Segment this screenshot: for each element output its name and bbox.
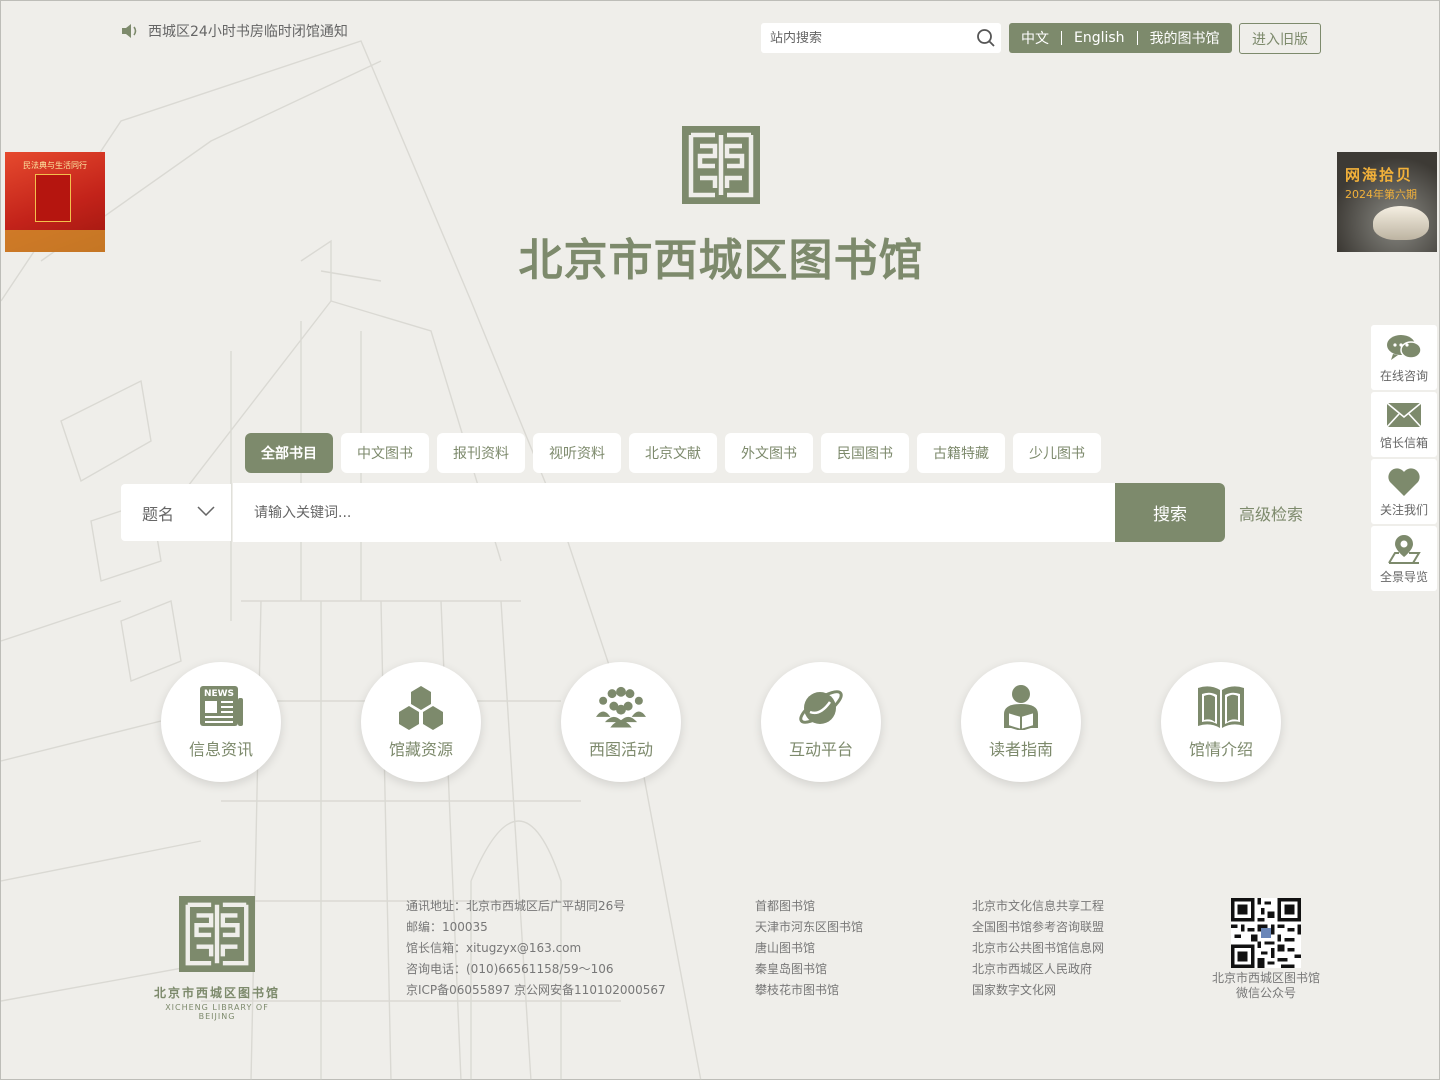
footer-link[interactable]: 首都图书馆 [755,896,863,917]
notice-text[interactable]: 西城区24小时书房临时闭馆通知 [148,21,348,41]
icp-text: 京ICP备06055897 京公网安备110102000567 [406,983,666,997]
tab-all-catalog[interactable]: 全部书目 [245,433,333,473]
mailbox-text: 馆长信箱：xitugzyx@163.com [406,941,582,955]
planet-icon [799,690,843,724]
chat-icon [1387,334,1422,360]
sidebar-label: 关注我们 [1379,502,1428,517]
footer-logo-cn: 北京市西城区图书馆 [153,986,280,1000]
chevron-down-icon [197,506,215,516]
nav-label: 读者指南 [988,740,1053,759]
sidebar-label: 馆长信箱 [1379,435,1428,450]
search-button[interactable]: 搜索 [1115,483,1225,542]
follow-us-button[interactable]: 关注我们 [1371,459,1437,524]
notice-bar[interactable]: 西城区24小时书房临时闭馆通知 [120,21,348,41]
tab-ancient-books[interactable]: 古籍特藏 [917,433,1005,473]
footer-link[interactable]: 国家数字文化网 [972,980,1104,1001]
footer-links-libraries: 首都图书馆 天津市河东区图书馆 唐山图书馆 秦皇岛图书馆 攀枝花市图书馆 [755,896,863,1001]
tab-children-books[interactable]: 少儿图书 [1013,433,1101,473]
wechat-qr: 北京市西城区图书馆 微信公众号 [1206,898,1326,1001]
shell-image [1373,206,1429,240]
nav-label: 信息资讯 [188,740,253,759]
address-text: 通讯地址：北京市西城区后广平胡同26号 [406,899,626,913]
nav-label: 馆藏资源 [388,740,453,759]
footer-contact: 通讯地址：北京市西城区后广平胡同26号 邮编：100035 馆长信箱：xitug… [406,896,666,1001]
tab-audiovisual[interactable]: 视听资料 [533,433,621,473]
nav-news[interactable]: NEWS 信息资讯 [161,662,281,782]
nav-label: 西图活动 [588,740,653,759]
library-logo-icon [179,896,255,972]
nav-label: 馆情介绍 [1188,740,1253,759]
tab-foreign-books[interactable]: 外文图书 [725,433,813,473]
search-field-select[interactable]: 题名 [121,484,231,541]
nav-collections[interactable]: 馆藏资源 [361,662,481,782]
qr-caption-label: 微信公众号 [1235,986,1296,1000]
language-bar: 中文 English 我的图书馆 [1009,23,1232,53]
footer-link[interactable]: 北京市文化信息共享工程 [972,896,1104,917]
footer-link[interactable]: 攀枝花市图书馆 [755,980,863,1001]
old-version-button[interactable]: 进入旧版 [1239,23,1321,54]
library-logo-icon [682,126,760,204]
mail-icon [1386,401,1422,428]
left-banner-ad[interactable]: 民法典与生活同行 [5,152,105,252]
nav-interactive-platform[interactable]: 互动平台 [761,662,881,782]
catalog-search-input[interactable] [254,504,1115,521]
cubes-icon [399,686,443,730]
search-field-value: 题名 [142,504,175,524]
ad-decoration [5,230,105,252]
footer-link[interactable]: 天津市河东区图书馆 [755,917,863,938]
ad-subtitle: 2024年第六期 [1345,188,1417,201]
footer-links-organizations: 北京市文化信息共享工程 全国图书馆参考咨询联盟 北京市公共图书馆信息网 北京市西… [972,896,1104,1001]
online-consult-button[interactable]: 在线咨询 [1371,325,1437,390]
footer-link[interactable]: 秦皇岛图书馆 [755,959,863,980]
lang-en-link[interactable]: English [1074,30,1125,46]
my-library-link[interactable]: 我的图书馆 [1150,28,1220,48]
sidebar-label: 在线咨询 [1379,368,1428,383]
location-icon [1388,534,1421,564]
tab-chinese-books[interactable]: 中文图书 [341,433,429,473]
nav-label: 互动平台 [788,740,853,759]
footer-link[interactable]: 北京市公共图书馆信息网 [972,938,1104,959]
search-icon[interactable] [971,23,1001,53]
divider [1136,31,1138,45]
site-search-input[interactable] [761,30,971,46]
nav-activities[interactable]: 西图活动 [561,662,681,782]
ad-caption: 民法典与生活同行 [23,161,87,170]
tab-republic-books[interactable]: 民国图书 [821,433,909,473]
advanced-search-link[interactable]: 高级检索 [1239,501,1303,525]
qr-caption-name: 北京市西城区图书馆 [1211,971,1320,985]
panorama-tour-button[interactable]: 全景导览 [1371,526,1437,591]
footer-link[interactable]: 全国图书馆参考咨询联盟 [972,917,1104,938]
director-mailbox-button[interactable]: 馆长信箱 [1371,392,1437,457]
footer-link[interactable]: 唐山图书馆 [755,938,863,959]
category-tabs: 全部书目 中文图书 报刊资料 视听资料 北京文献 外文图书 民国图书 古籍特藏 … [245,433,1101,473]
right-float-sidebar: 在线咨询 馆长信箱 关注我们 全景导览 [1371,325,1437,593]
footer-logo: 北京市西城区图书馆 XICHENG LIBRARY OF BEIJING [146,896,288,1021]
divider [1061,31,1062,45]
ad-title: 网海拾贝 [1345,166,1414,184]
site-search [761,23,1001,53]
news-icon: NEWS [200,686,243,726]
lang-cn-link[interactable]: 中文 [1021,28,1049,48]
nav-library-intro[interactable]: 馆情介绍 [1161,662,1281,782]
sidebar-label: 全景导览 [1379,569,1428,584]
news-badge-text: NEWS [204,689,234,699]
catalog-search-box [233,483,1115,542]
qr-code-icon [1231,898,1301,968]
speaker-icon [122,24,137,38]
book-icon [1198,686,1244,728]
heart-icon [1388,467,1420,496]
footer-link[interactable]: 北京市西城区人民政府 [972,959,1104,980]
nav-reader-guide[interactable]: 读者指南 [961,662,1081,782]
footer-logo-en: XICHENG LIBRARY OF BEIJING [165,1003,269,1021]
right-banner-ad[interactable]: 网海拾贝 2024年第六期 [1337,152,1437,252]
phone-text: 咨询电话：(010)66561158/59～106 [406,962,614,976]
people-icon [596,686,646,728]
tab-periodicals[interactable]: 报刊资料 [437,433,525,473]
postcode-text: 邮编：100035 [406,920,488,934]
tab-beijing-literature[interactable]: 北京文献 [629,433,717,473]
main-nav: NEWS 信息资讯 馆藏资源 西图活动 互动平台 读者指南 馆情介绍 [161,662,1281,782]
reader-icon [1004,685,1038,730]
book-cover-image [35,174,71,222]
site-title: 北京市西城区图书馆 [518,235,924,286]
